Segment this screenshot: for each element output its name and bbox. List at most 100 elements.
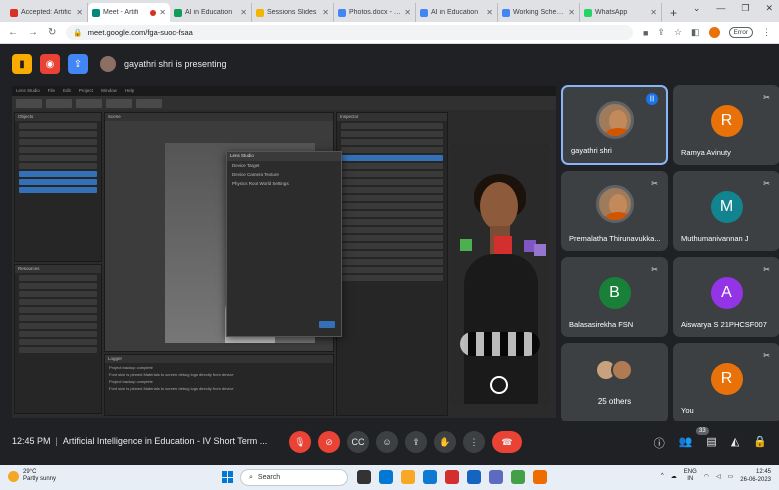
browser-tab[interactable]: AI in Education ✕ [170,3,252,22]
more-options-button[interactable]: ⋮ [463,431,485,453]
windows-start-icon[interactable] [222,471,234,483]
lang-sub-label: IN [687,476,694,482]
leave-call-button[interactable]: ☎ [492,431,522,453]
participant-tile[interactable]: R ✂ Ramya Avinuty [673,85,779,165]
host-controls-icon[interactable]: 🔒 [753,435,767,451]
participant-name: You [681,406,694,415]
tab-close-icon[interactable]: ✕ [650,8,657,17]
mic-off-button[interactable]: 🎙 [289,431,311,453]
browser-tab[interactable]: Meet - Artifi ✕ [88,3,170,22]
word-icon[interactable] [467,470,481,484]
tab-close-icon[interactable]: ✕ [240,8,247,17]
tab-close-icon[interactable]: ✕ [322,8,329,17]
address-bar: ← → ↻ 🔒 meet.google.com/fga-suoc-fsaa ■ … [0,22,779,44]
back-button[interactable]: ← [8,27,18,38]
chat-app-icon[interactable] [379,470,393,484]
window-controls: ⌄ — ❐ ✕ [693,3,773,14]
lens-dialog-item[interactable]: Device Target [227,161,341,170]
chat-icon[interactable]: ▤ [706,435,716,451]
chrome-icon[interactable] [511,470,525,484]
url-input[interactable]: 🔒 meet.google.com/fga-suoc-fsaa [66,25,633,40]
share-icon[interactable]: ⇪ [657,27,665,38]
stop-presenting-icon[interactable]: ◉ [40,54,60,74]
minimize-button[interactable]: — [716,3,725,14]
participant-photo [595,101,634,139]
sidebar-icon[interactable]: ◧ [691,27,700,38]
tab-close-icon[interactable]: ✕ [76,8,83,17]
taskbar-search[interactable]: ⌕ Search [240,469,348,486]
tab-title: Photos.docx - Go [349,9,402,16]
browser-tab[interactable]: Photos.docx - Go ✕ [334,3,416,22]
lang-label[interactable]: ENG [684,469,697,476]
browser-tab[interactable]: WhatsApp ✕ [580,3,662,22]
browser-tab[interactable]: Accepted: Artific ✕ [6,3,88,22]
participant-tile[interactable]: 25 others [561,343,668,423]
participant-tile[interactable]: M ✂ Muthumanivannan J [673,171,779,251]
lens-dialog-item[interactable]: Device Camera Texture [227,170,341,179]
maximize-button[interactable]: ❐ [741,3,749,14]
close-window-button[interactable]: ✕ [765,3,773,14]
lens-dialog-item[interactable]: Physics Root World Settings [227,179,341,188]
tab-close-icon[interactable]: ✕ [568,8,575,17]
lens-dialog-title: Lens Studio [227,152,341,161]
error-button[interactable]: Error [728,27,753,38]
browser-tab[interactable]: Working Schedul ✕ [498,3,580,22]
people-icon[interactable]: 👥 [679,435,693,451]
mic-muted-icon: ✂ [763,179,770,188]
sun-icon [8,470,19,482]
browser-tab[interactable]: Sessions Slides ✕ [252,3,334,22]
tray-onedrive-icon[interactable]: ☁ [671,473,677,480]
volume-icon[interactable]: ◁ [716,473,721,480]
participant-tile[interactable]: B ✂ Balasasirekha FSN [561,257,668,337]
tab-title: AI in Education [431,9,479,16]
camera-in-use-icon[interactable]: ■ [643,28,648,38]
tab-close-icon[interactable]: ✕ [486,8,493,17]
tray-chevron-icon[interactable]: ^ [661,473,664,479]
system-tray: ^ ☁ ENG IN ◠ ◁ ▭ 12:45 26-06-2023 [661,468,771,484]
menu-icon[interactable]: ⋮ [762,27,771,38]
participant-tile[interactable]: ✂ Premalatha Thirunavukka... [561,171,668,251]
powerpoint-icon[interactable] [533,470,547,484]
browser-tab[interactable]: AI in Education ✕ [416,3,498,22]
task-view-icon[interactable] [357,470,371,484]
present-share-icon[interactable]: ⇪ [68,54,88,74]
wifi-icon[interactable]: ◠ [704,473,709,480]
tab-close-icon[interactable]: ✕ [159,8,166,17]
participant-tile[interactable]: R ✂ You [673,343,779,423]
new-tab-button[interactable]: + [662,3,685,22]
tab-title: WhatsApp [595,9,628,16]
emoji-reactions-button[interactable]: ☺ [376,431,398,453]
lens-studio-toolbar [12,96,556,110]
edge-icon[interactable] [423,470,437,484]
clock-time[interactable]: 12:45 [740,468,771,476]
teams-icon[interactable] [489,470,503,484]
forward-button[interactable]: → [28,27,38,38]
participant-name: 25 others [597,397,632,406]
bookmark-star-icon[interactable]: ☆ [674,27,682,38]
tab-title: AI in Education [185,9,233,16]
activities-icon[interactable]: ◭ [731,435,739,451]
clock-date[interactable]: 26-06-2023 [740,476,771,484]
present-button[interactable]: ⇪ [405,431,427,453]
raise-hand-button[interactable]: ✋ [434,431,456,453]
participant-tile[interactable]: A ✂ Aiswarya S 21PHCSF007 [673,257,779,337]
tab-close-icon[interactable]: ✕ [404,8,411,17]
lens-dialog-ok-button[interactable] [319,321,335,328]
file-explorer-icon[interactable] [401,470,415,484]
objects-panel: Objects [14,112,102,262]
presenter-avatar [100,56,116,72]
weather-widget[interactable]: 29°C Partly sunny [8,469,56,483]
camera-off-button[interactable]: ⊘ [318,431,340,453]
mic-muted-icon: ✂ [763,265,770,274]
battery-icon[interactable]: ▭ [728,473,734,480]
store-icon[interactable] [445,470,459,484]
slides-icon[interactable]: ▮ [12,54,32,74]
meeting-details-icon[interactable]: ⓘ [654,435,665,451]
captions-button[interactable]: CC [347,431,369,453]
browser-tab-strip: Accepted: Artific ✕ Meet - Artifi ✕ AI in Ed… [0,0,779,22]
participant-tile[interactable]: ||| gayathri shri [561,85,668,165]
reload-button[interactable]: ↻ [48,27,56,38]
tab-search-icon[interactable]: ⌄ [693,3,701,14]
tab-favicon-icon [338,8,346,17]
profile-avatar[interactable] [708,27,720,38]
